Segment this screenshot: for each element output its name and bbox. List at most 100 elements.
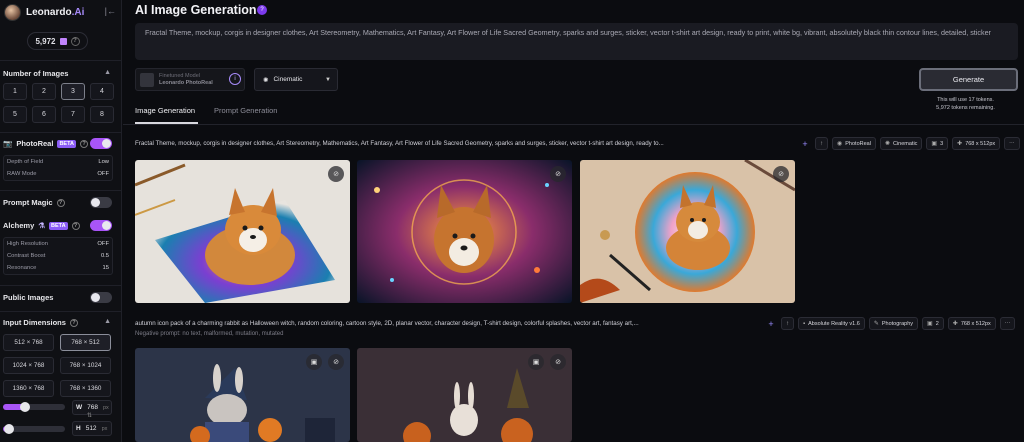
hide-icon[interactable]: ⊘: [550, 166, 566, 182]
help-icon[interactable]: ?: [80, 139, 89, 148]
num-images-option[interactable]: 8: [90, 106, 114, 123]
plus-icon[interactable]: +: [765, 319, 777, 329]
num-images-option[interactable]: 7: [61, 106, 85, 123]
chevron-down-icon: ▼: [325, 76, 331, 83]
images-icon: ▣: [927, 321, 933, 327]
height-field[interactable]: H 512 px: [72, 421, 112, 436]
images-icon: ▣: [931, 141, 938, 147]
main-panel: AI Image Generation ? Fractal Theme, moc…: [123, 0, 1024, 442]
more-icon[interactable]: ⋯: [1004, 137, 1020, 150]
height-slider-handle[interactable]: [4, 424, 15, 434]
public-images-label: Public Images: [3, 293, 54, 302]
image-icon[interactable]: ▣: [528, 354, 544, 370]
num-images-option[interactable]: 6: [32, 106, 56, 123]
style-dropdown[interactable]: ✺ Cinematic ▼: [254, 68, 338, 91]
upscale-button[interactable]: ↑: [781, 317, 794, 330]
num-images-option[interactable]: 1: [3, 83, 27, 100]
style-chip[interactable]: ✎ Photography: [868, 317, 919, 330]
setting-row[interactable]: Resonance 15: [4, 262, 112, 274]
generated-image[interactable]: ▣ ⊘: [135, 348, 350, 442]
generation-prompt[interactable]: Fractal Theme, mockup, corgis in designe…: [135, 140, 789, 147]
brand[interactable]: Leonardo.Ai |←: [4, 3, 118, 21]
generate-button[interactable]: Generate: [919, 68, 1018, 91]
alchemy-label: Alchemy ⚗ BETA ?: [3, 221, 80, 230]
photography-icon: ✎: [873, 321, 879, 327]
upscale-button[interactable]: ↑: [815, 137, 828, 150]
num-images-option[interactable]: 4: [90, 83, 114, 100]
resize-icon: ✚: [957, 141, 963, 147]
tab-bar: Image Generation Prompt Generation: [135, 106, 277, 115]
style-chip[interactable]: ✺ Cinematic: [879, 137, 923, 150]
token-balance[interactable]: 5,972 ?: [27, 32, 88, 50]
photoreal-settings: Depth of Field Low RAW Mode OFF: [3, 155, 113, 181]
divider: [0, 285, 122, 286]
generated-image[interactable]: ⊘: [135, 160, 350, 303]
page-title: AI Image Generation: [135, 3, 257, 17]
setting-row[interactable]: Depth of Field Low: [4, 156, 112, 168]
hide-icon[interactable]: ⊘: [550, 354, 566, 370]
resize-icon: ✚: [952, 321, 958, 327]
model-chip[interactable]: ▪ Absolute Reality v1.6: [798, 317, 865, 330]
generated-image[interactable]: ⊘: [357, 160, 572, 303]
cinematic-icon: ✺: [263, 76, 269, 84]
tab-image-generation[interactable]: Image Generation: [135, 106, 195, 115]
num-images-option[interactable]: 5: [3, 106, 27, 123]
setting-row[interactable]: RAW Mode OFF: [4, 168, 112, 180]
more-icon[interactable]: ⋯: [999, 317, 1016, 330]
hide-icon[interactable]: ⊘: [773, 166, 789, 182]
alchemy-toggle[interactable]: [90, 220, 112, 231]
dimension-option[interactable]: 1360 × 768: [3, 380, 54, 397]
avatar[interactable]: [4, 3, 21, 21]
alchemy-settings: High Resolution OFF Contrast Boost 0.5 Res…: [3, 237, 113, 275]
help-icon[interactable]: ?: [56, 198, 65, 207]
model-icon: ▪: [803, 320, 806, 327]
flask-icon: ⚗: [38, 221, 45, 230]
setting-row[interactable]: Contrast Boost 0.5: [4, 250, 112, 262]
info-icon[interactable]: i: [229, 73, 241, 85]
width-slider[interactable]: [3, 402, 65, 412]
height-slider[interactable]: [3, 424, 65, 434]
dimension-option[interactable]: 1024 × 768: [3, 357, 54, 374]
prompt-input[interactable]: Fractal Theme, mockup, corgis in designe…: [135, 23, 1018, 60]
hide-icon[interactable]: ⊘: [328, 166, 344, 182]
help-icon[interactable]: ?: [71, 221, 80, 230]
help-icon[interactable]: ?: [69, 318, 78, 327]
generate-cost-note: This will use 17 tokens. 5,972 tokens re…: [936, 97, 995, 111]
collapse-sidebar-icon[interactable]: |←: [105, 6, 116, 16]
generated-image[interactable]: ▣ ⊘: [357, 348, 572, 442]
setting-row[interactable]: High Resolution OFF: [4, 238, 112, 250]
prompt-magic-toggle[interactable]: [90, 197, 112, 208]
num-images-option[interactable]: 2: [32, 83, 56, 100]
image-icon[interactable]: ▣: [306, 354, 322, 370]
chevron-up-icon[interactable]: ▲: [104, 318, 111, 325]
public-images-toggle[interactable]: [90, 292, 112, 303]
model-chip[interactable]: ◉ PhotoReal: [832, 137, 876, 150]
dimension-option[interactable]: 768 × 1024: [60, 357, 111, 374]
dimension-option[interactable]: 512 × 768: [3, 334, 54, 351]
app-root: Leonardo.Ai |← 5,972 ? Number of Images …: [0, 0, 1024, 442]
input-dimensions-label: Input Dimensions ?: [3, 318, 78, 327]
count-chip[interactable]: ▣ 3: [926, 137, 949, 150]
photoreal-toggle[interactable]: [90, 138, 112, 149]
divider: [0, 60, 122, 61]
num-images-option-selected[interactable]: 3: [61, 83, 85, 100]
info-icon[interactable]: ?: [70, 36, 80, 46]
hide-icon[interactable]: ⊘: [328, 354, 344, 370]
width-slider-handle[interactable]: [19, 402, 30, 412]
size-chip[interactable]: ✚ 768 x 512px: [952, 137, 1001, 150]
dimension-option-selected[interactable]: 768 × 512: [60, 334, 111, 351]
help-icon[interactable]: ?: [257, 5, 267, 15]
divider: [0, 311, 122, 312]
generated-image[interactable]: ⊘: [580, 160, 795, 303]
dimension-option[interactable]: 768 × 1360: [60, 380, 111, 397]
tab-prompt-generation[interactable]: Prompt Generation: [214, 106, 277, 115]
count-chip[interactable]: ▣ 2: [922, 317, 944, 330]
plus-icon[interactable]: +: [799, 139, 811, 149]
number-of-images-grid: 1 2 3 4 5 6 7 8: [3, 83, 114, 123]
aspect-link-icon[interactable]: ⇅: [87, 412, 92, 419]
generation-prompt[interactable]: autumn icon pack of a charming rabbit as…: [135, 320, 759, 327]
chevron-up-icon[interactable]: ▲: [104, 69, 111, 76]
size-chip[interactable]: ✚ 768 x 512px: [947, 317, 996, 330]
sidebar: Leonardo.Ai |← 5,972 ? Number of Images …: [0, 0, 122, 442]
beta-badge: BETA: [57, 139, 77, 148]
